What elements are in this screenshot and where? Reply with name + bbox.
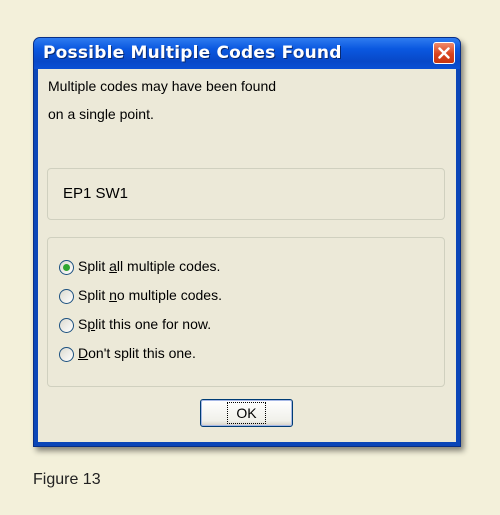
close-button[interactable]	[433, 42, 455, 64]
codes-text: EP1 SW1	[63, 185, 129, 202]
radio-split-all[interactable]	[59, 260, 74, 275]
ok-button[interactable]: OK	[200, 399, 293, 427]
message-line-2: on a single point.	[48, 106, 154, 122]
options-group: Split all multiple codes. Split no multi…	[47, 237, 445, 387]
option-label: Don't split this one.	[78, 345, 196, 361]
close-icon	[438, 47, 450, 59]
dialog-body: Multiple codes may have been found on a …	[38, 69, 456, 442]
radio-selected-dot	[63, 264, 70, 271]
option-label: Split this one for now.	[78, 316, 212, 332]
ok-button-label: OK	[227, 402, 266, 424]
radio-split-this-one[interactable]	[59, 318, 74, 333]
radio-dont-split[interactable]	[59, 347, 74, 362]
figure-caption: Figure 13	[33, 471, 101, 488]
title-bar[interactable]: Possible Multiple Codes Found	[34, 38, 460, 69]
figure-background: Possible Multiple Codes Found Multiple c…	[0, 0, 500, 515]
multiple-codes-dialog: Possible Multiple Codes Found Multiple c…	[33, 37, 461, 447]
option-label: Split no multiple codes.	[78, 287, 222, 303]
radio-split-none[interactable]	[59, 289, 74, 304]
message-line-1: Multiple codes may have been found	[48, 78, 277, 94]
dialog-title: Possible Multiple Codes Found	[43, 43, 342, 63]
codes-group: EP1 SW1	[47, 168, 445, 220]
option-label: Split all multiple codes.	[78, 258, 221, 274]
